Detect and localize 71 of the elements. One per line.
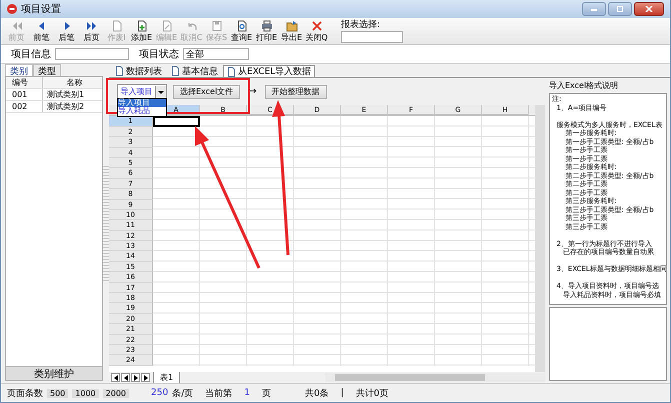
app-icon	[7, 4, 17, 14]
item-info-field[interactable]	[55, 48, 129, 60]
vertical-scrollbar[interactable]	[535, 105, 545, 372]
sheet-nav-button[interactable]	[141, 373, 150, 382]
per-page-value: 250	[151, 388, 168, 398]
close-button[interactable]	[634, 2, 664, 16]
double-right-arrow-icon	[86, 20, 98, 32]
toolbar-button[interactable]: 查询E	[229, 20, 254, 42]
table-cell-text: 测试类别1	[46, 89, 86, 100]
window-title: 项目设置	[21, 2, 61, 16]
item-status-field[interactable]: 全部	[183, 48, 249, 60]
maximize-button[interactable]	[608, 2, 632, 16]
page-size-label: 页面条数	[7, 388, 43, 400]
category-tab[interactable]: 类型	[33, 64, 61, 76]
table-cell: 002	[6, 101, 43, 112]
total-pages: 共计0页	[356, 388, 388, 400]
minimize-icon	[590, 6, 598, 12]
current-page-value: 1	[244, 388, 250, 398]
report-select-label: 报表选择:	[341, 20, 382, 30]
document-icon	[227, 66, 236, 76]
page-size-button[interactable]: 1000	[72, 388, 99, 398]
minimize-button[interactable]	[582, 2, 606, 16]
total-records: 共0条	[304, 388, 329, 400]
toolbar-button[interactable]: 打印E	[254, 20, 279, 42]
main-tab[interactable]: 从EXCEL导入数据	[223, 65, 316, 77]
table-cell-text: 测试类别2	[46, 101, 86, 112]
separator-text: |	[340, 388, 344, 398]
item-info-label: 项目信息	[11, 48, 51, 61]
folder-icon	[286, 20, 298, 32]
sheet-nav-button[interactable]	[121, 373, 130, 382]
toolbar-button[interactable]: 后笔	[54, 20, 79, 42]
selected-cell[interactable]	[153, 116, 200, 127]
notes-title: 导入Excel格式说明	[549, 80, 620, 91]
close-icon	[310, 20, 322, 32]
column-header: 编号	[6, 77, 43, 88]
sheet-nav-button[interactable]	[111, 373, 120, 382]
toolbar-button[interactable]: 后页	[79, 20, 104, 42]
current-page-label: 当前第	[205, 388, 232, 400]
main-tab[interactable]: 数据列表	[111, 65, 166, 77]
per-page-unit: 条/页	[172, 388, 194, 400]
main-tab[interactable]: 基本信息	[167, 65, 222, 77]
toolbar-button[interactable]: 导出E	[279, 20, 304, 42]
search-icon	[236, 20, 248, 32]
maximize-icon	[616, 6, 624, 12]
page-size-button[interactable]: 2000	[102, 388, 129, 398]
sheet-nav-button[interactable]	[131, 373, 140, 382]
toolbar-button[interactable]: 前笔	[29, 20, 54, 42]
double-left-arrow-icon	[10, 20, 22, 32]
item-status-label: 项目状态	[139, 48, 179, 61]
category-tab[interactable]: 类别	[5, 64, 33, 76]
document-plus-icon	[136, 20, 148, 32]
sheet-tab[interactable]: 表1	[153, 372, 180, 384]
scrollbar-thumb[interactable]	[335, 374, 485, 381]
start-process-button[interactable]: 开始整理数据	[264, 84, 327, 98]
close-icon	[645, 6, 653, 12]
report-select-field[interactable]	[341, 30, 403, 42]
category-maintain-button[interactable]: 类别维护	[6, 366, 102, 380]
document-icon	[115, 66, 124, 76]
page-size-button[interactable]: 500	[47, 388, 68, 398]
document-icon	[171, 66, 180, 76]
choose-excel-button[interactable]: 选择Excel文件	[173, 84, 240, 98]
document-pen-icon	[160, 20, 172, 32]
horizontal-scrollbar[interactable]	[325, 373, 545, 382]
toolbar-button[interactable]: 关闭Q	[304, 20, 329, 42]
printer-icon	[260, 20, 272, 32]
dropdown-option[interactable]: 导入项目	[118, 98, 166, 107]
table-cell: 001	[6, 89, 43, 100]
column-header: 名称	[66, 77, 84, 88]
splitter-handle[interactable]	[103, 164, 109, 283]
toolbar-button[interactable]: 添加E	[129, 20, 154, 42]
page-unit: 页	[262, 388, 271, 400]
